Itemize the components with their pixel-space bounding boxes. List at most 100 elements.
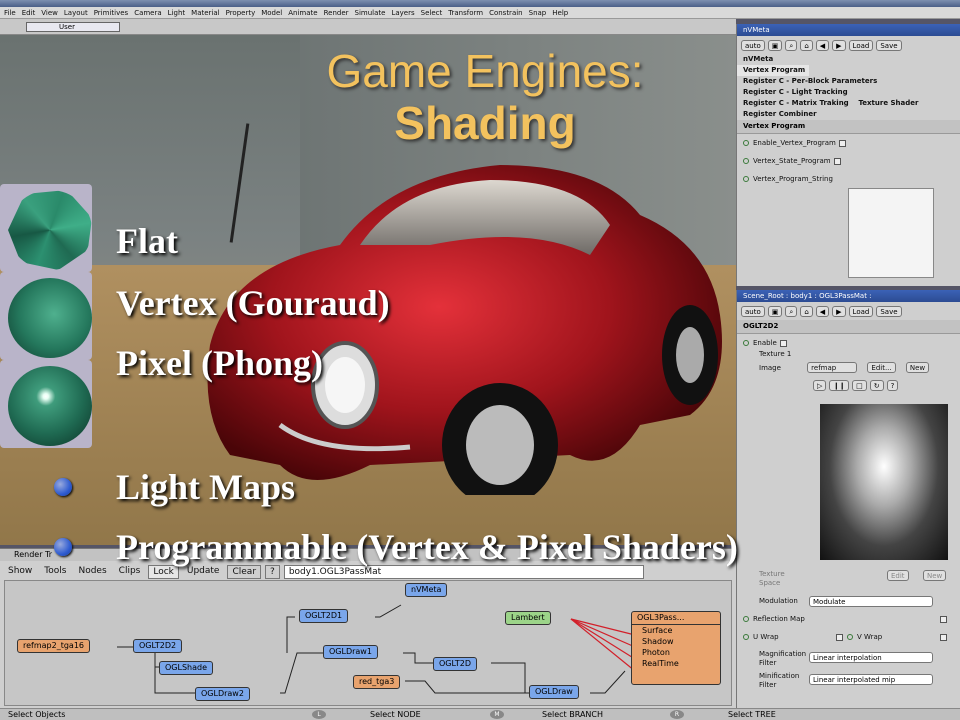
menu-material[interactable]: Material: [191, 9, 219, 17]
reflection-map-checkbox[interactable]: [940, 616, 947, 623]
status-select-branch: Select BRANCH: [542, 710, 604, 719]
node-red-tga3[interactable]: red_tga3: [353, 675, 401, 689]
texture-space-edit-button[interactable]: Edit: [887, 570, 909, 581]
node-ogldraw2[interactable]: OGLDraw2: [195, 687, 250, 701]
search-icon[interactable]: ⌕: [785, 39, 798, 51]
menu-light[interactable]: Light: [168, 9, 185, 17]
tab-register-per-block[interactable]: Register C - Per-Block Parameters: [737, 76, 960, 87]
menu-select[interactable]: Select: [421, 9, 443, 17]
modulation-select[interactable]: Modulate: [809, 596, 933, 607]
minification-filter-label: Minification Filter: [759, 672, 800, 689]
minification-filter-select[interactable]: Linear interpolated mip: [809, 674, 933, 685]
port-surface[interactable]: Surface: [632, 624, 720, 636]
node-oglshade[interactable]: OGLShade: [159, 661, 214, 675]
nodes-menu[interactable]: Nodes: [74, 565, 110, 579]
port-photon[interactable]: Photon: [637, 647, 715, 658]
enable-checkbox[interactable]: [779, 339, 787, 347]
play-icon[interactable]: ▷: [813, 380, 827, 391]
port-shadow[interactable]: Shadow: [637, 636, 715, 647]
bullet-light-maps: Light Maps: [116, 467, 296, 507]
image-select[interactable]: refmap: [807, 362, 858, 373]
menu-snap[interactable]: Snap: [529, 9, 547, 17]
load-button[interactable]: Load: [848, 39, 874, 51]
menu-constrain[interactable]: Constrain: [489, 9, 523, 17]
vertex-state-program-checkbox[interactable]: [833, 157, 841, 165]
bullet-dot: [54, 478, 72, 496]
layout-selector[interactable]: User: [26, 22, 120, 32]
tab-texture-shader[interactable]: Texture Shader: [858, 99, 918, 107]
tab-register-combiner[interactable]: Register Combiner: [737, 109, 960, 120]
menu-render[interactable]: Render: [324, 9, 349, 17]
menu-view[interactable]: View: [41, 9, 58, 17]
vertex-program-section[interactable]: Vertex Program: [737, 120, 960, 134]
enable-vertex-program-checkbox[interactable]: [838, 139, 846, 147]
reflection-map-row: Reflection Map: [737, 614, 805, 625]
refresh-icon[interactable]: ↻: [869, 380, 884, 391]
v-wrap-checkbox[interactable]: [940, 634, 947, 641]
node-ogldraw[interactable]: OGLDraw: [529, 685, 579, 699]
tab-register-matrix-traking[interactable]: Register C - Matrix Traking Texture Shad…: [737, 98, 960, 109]
image-edit-button[interactable]: Edit...: [867, 362, 896, 373]
mouse-left-key: L: [312, 710, 326, 719]
mouse-middle-key: M: [490, 710, 504, 719]
v-wrap-row: V Wrap: [841, 632, 882, 643]
magnification-filter-select[interactable]: Linear interpolation: [809, 652, 933, 663]
menu-edit[interactable]: Edit: [22, 9, 36, 17]
auto-button-2[interactable]: auto: [741, 305, 765, 317]
tools-menu[interactable]: Tools: [40, 565, 70, 579]
lock-icon-2[interactable]: ▣: [767, 305, 783, 317]
menu-camera[interactable]: Camera: [134, 9, 161, 17]
menu-help[interactable]: Help: [552, 9, 568, 17]
menu-layout[interactable]: Layout: [64, 9, 88, 17]
tab-register-light-tracking[interactable]: Register C - Light Tracking: [737, 87, 960, 98]
status-select-node: Select NODE: [370, 710, 421, 719]
material-panel-title: Scene_Root : body1 : OGL3PassMat :: [737, 290, 960, 302]
magnification-filter-label: Magnification Filter: [759, 650, 807, 667]
home-icon[interactable]: ⌂: [800, 39, 813, 51]
texture-space-new-button[interactable]: New: [923, 570, 947, 581]
node-oglt2d1[interactable]: OGLT2D1: [299, 609, 349, 623]
texture-label: Texture 1: [759, 350, 792, 358]
layout-selector-label: User: [59, 23, 75, 31]
menu-model[interactable]: Model: [261, 9, 282, 17]
oglt2d2-section[interactable]: OGLT2D2: [737, 320, 960, 334]
arrow-right-icon[interactable]: ▶: [832, 39, 846, 51]
flat-shaded-sphere: [0, 184, 92, 272]
lock-icon[interactable]: ▣: [767, 39, 783, 51]
slide-subtitle: Shading: [394, 97, 576, 149]
node-refmap2-tga16[interactable]: refmap2_tga16: [17, 639, 91, 653]
node-ogl3pass[interactable]: OGL3Pass... Surface Shadow Photon RealTi…: [631, 611, 721, 685]
save-button[interactable]: Save: [876, 39, 902, 51]
home-icon-2[interactable]: ⌂: [800, 305, 813, 317]
menu-animate[interactable]: Animate: [288, 9, 317, 17]
vertex-program-string-field[interactable]: [848, 188, 934, 278]
menu-property[interactable]: Property: [226, 9, 256, 17]
stop-icon[interactable]: □: [852, 380, 867, 391]
arrow-left-icon-2[interactable]: ◀: [815, 305, 830, 317]
search-icon-2[interactable]: ⌕: [785, 305, 798, 317]
menu-transform[interactable]: Transform: [448, 9, 483, 17]
menu-primitives[interactable]: Primitives: [94, 9, 128, 17]
help-icon[interactable]: ?: [886, 380, 899, 391]
tab-vertex-program[interactable]: Vertex Program: [737, 65, 809, 76]
show-menu[interactable]: Show: [4, 565, 36, 579]
arrow-left-icon[interactable]: ◀: [815, 39, 830, 51]
render-tree-graph[interactable]: nVMeta OGLT2D1 Lambert OGL3Pass... Surfa…: [4, 580, 732, 706]
arrow-right-icon-2[interactable]: ▶: [832, 305, 846, 317]
node-ogldraw1[interactable]: OGLDraw1: [323, 645, 378, 659]
bullet-vertex-gouraud: Vertex (Gouraud): [116, 283, 390, 323]
node-oglt2d2[interactable]: OGLT2D2: [133, 639, 183, 653]
image-new-button[interactable]: New: [905, 362, 930, 373]
save-button-2[interactable]: Save: [876, 305, 902, 317]
node-oglt2d[interactable]: OGLT2D: [433, 657, 477, 671]
menu-simulate[interactable]: Simulate: [355, 9, 386, 17]
enable-row: Enable: [737, 338, 960, 349]
auto-button[interactable]: auto: [741, 39, 765, 51]
menu-file[interactable]: File: [4, 9, 16, 17]
node-lambert[interactable]: Lambert: [505, 611, 551, 625]
pause-icon[interactable]: ❙❙: [829, 380, 850, 391]
menu-layers[interactable]: Layers: [391, 9, 414, 17]
load-button-2[interactable]: Load: [848, 305, 874, 317]
node-nvmeta[interactable]: nVMeta: [405, 583, 448, 597]
port-realtime[interactable]: RealTime: [637, 658, 715, 669]
